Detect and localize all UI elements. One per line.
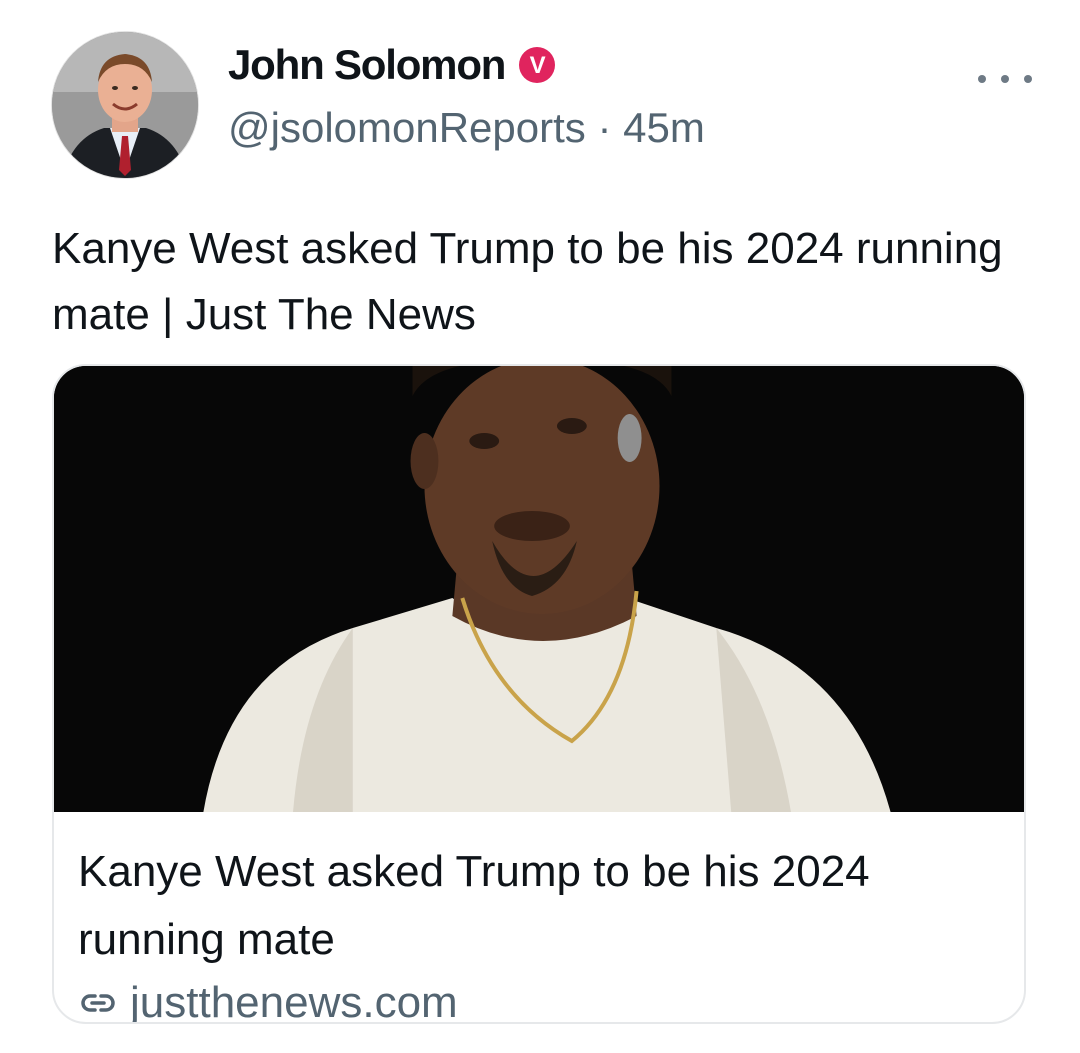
- verified-badge-icon: V: [517, 45, 557, 85]
- verified-badge-letter: V: [530, 52, 546, 79]
- avatar-photo: [52, 32, 198, 178]
- author-meta: @jsolomonReports · 45m: [228, 103, 705, 153]
- card-domain[interactable]: justthenews.com: [78, 978, 458, 1022]
- link-icon: [78, 983, 118, 1022]
- card-image[interactable]: [54, 366, 1024, 812]
- meta-separator: ·: [597, 104, 612, 151]
- more-options-icon[interactable]: [978, 62, 1032, 96]
- tweet-text: Kanye West asked Trump to be his 2024 ru…: [52, 224, 1003, 339]
- author-name[interactable]: John Solomon V: [228, 40, 557, 90]
- author-avatar[interactable]: [52, 32, 198, 178]
- more-dot: [1001, 75, 1009, 83]
- tweet-time[interactable]: 45m: [623, 104, 705, 151]
- more-dot: [1024, 75, 1032, 83]
- card-photo: [54, 366, 1024, 812]
- author-display-name[interactable]: John Solomon: [228, 40, 506, 90]
- link-card[interactable]: Kanye West asked Trump to be his 2024 ru…: [52, 364, 1026, 1024]
- card-domain-text[interactable]: justthenews.com: [130, 978, 458, 1022]
- card-title[interactable]: Kanye West asked Trump to be his 2024 ru…: [78, 838, 978, 974]
- more-dot: [978, 75, 986, 83]
- author-handle[interactable]: @jsolomonReports: [228, 104, 586, 151]
